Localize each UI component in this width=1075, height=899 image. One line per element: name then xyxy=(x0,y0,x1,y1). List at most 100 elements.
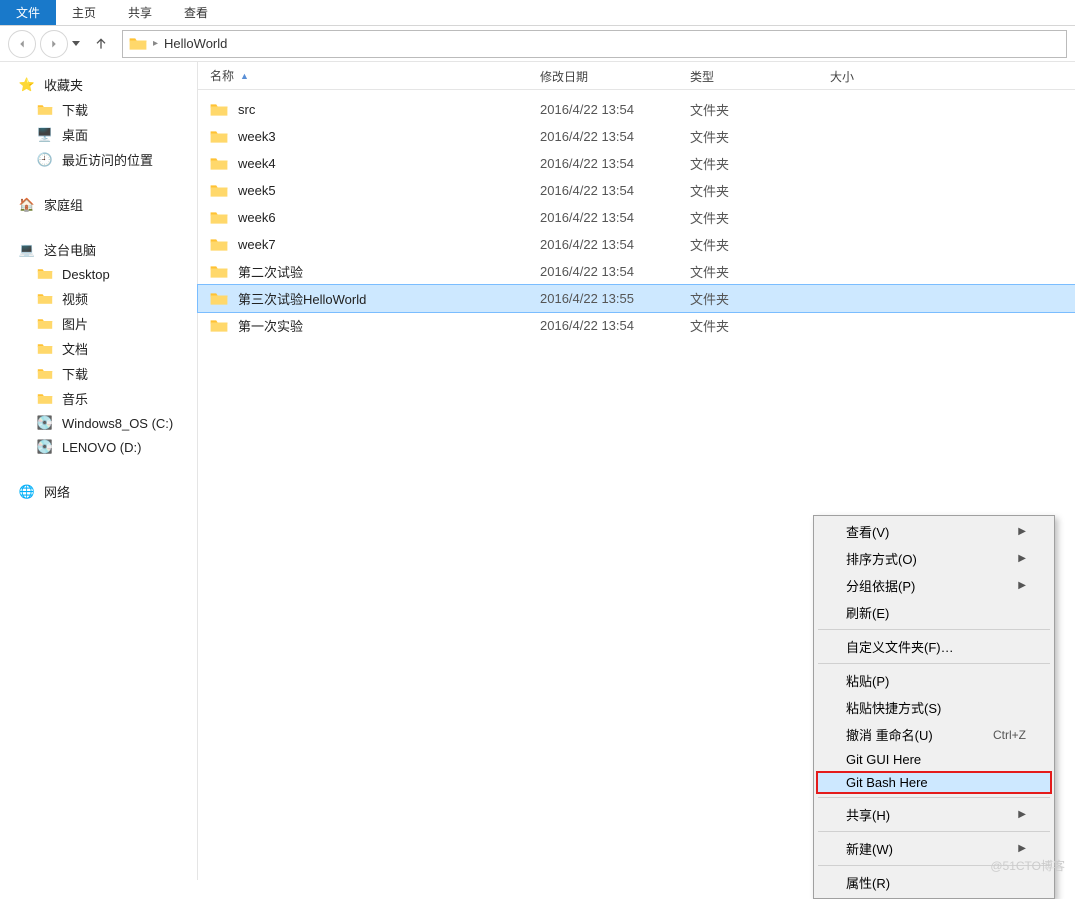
sidebar-homegroup[interactable]: 🏠 家庭组 xyxy=(0,192,197,217)
folder-icon xyxy=(129,37,147,51)
navigation-sidebar: ⭐ 收藏夹 下载 🖥️ 桌面 🕘 最近访问的位置 🏠 家庭组 xyxy=(0,62,198,880)
menu-item-label: 共享(H) xyxy=(846,805,890,824)
sidebar-item-music[interactable]: 音乐 xyxy=(0,386,197,411)
sidebar-label: 网络 xyxy=(44,482,70,501)
chevron-right-icon: ▶ xyxy=(1018,809,1026,820)
tab-view[interactable]: 查看 xyxy=(168,0,224,25)
table-row[interactable]: 第二次试验2016/4/22 13:54文件夹 xyxy=(198,258,1075,285)
network-icon: 🌐 xyxy=(18,483,36,501)
file-type: 文件夹 xyxy=(678,316,818,335)
sidebar-item-label: 文档 xyxy=(62,339,88,358)
menu-item[interactable]: 共享(H) ▶ xyxy=(816,801,1052,828)
address-bar: ▸ HelloWorld xyxy=(0,26,1075,62)
tab-file[interactable]: 文件 xyxy=(0,0,56,25)
table-row[interactable]: 第三次试验HelloWorld2016/4/22 13:55文件夹 xyxy=(198,285,1075,312)
column-label: 名称 xyxy=(210,67,234,84)
menu-item-label: 自定义文件夹(F)… xyxy=(846,637,954,656)
menu-item-label: 新建(W) xyxy=(846,839,893,858)
file-name: week3 xyxy=(238,129,276,144)
sidebar-network[interactable]: 🌐 网络 xyxy=(0,479,197,504)
forward-button[interactable] xyxy=(40,30,68,58)
tab-share[interactable]: 共享 xyxy=(112,0,168,25)
folder-icon xyxy=(36,340,54,358)
ribbon-tabs: 文件 主页 共享 查看 xyxy=(0,0,1075,26)
drive-icon: 💽 xyxy=(36,414,54,432)
table-row[interactable]: week52016/4/22 13:54文件夹 xyxy=(198,177,1075,204)
desktop-icon: 🖥️ xyxy=(36,126,54,144)
column-date[interactable]: 修改日期 xyxy=(528,62,678,89)
context-menu: 查看(V)▶排序方式(O)▶分组依据(P)▶刷新(E)自定义文件夹(F)…粘贴(… xyxy=(813,515,1055,899)
menu-item-label: 排序方式(O) xyxy=(846,549,917,568)
column-headers: 名称 ▲ 修改日期 类型 大小 xyxy=(198,62,1075,90)
folder-icon xyxy=(210,211,228,225)
menu-item[interactable]: 粘贴快捷方式(S) xyxy=(816,694,1052,721)
file-name: 第一次实验 xyxy=(238,316,303,335)
file-list: src2016/4/22 13:54文件夹week32016/4/22 13:5… xyxy=(198,90,1075,345)
up-button[interactable] xyxy=(90,33,112,55)
folder-icon xyxy=(210,103,228,117)
back-button[interactable] xyxy=(8,30,36,58)
folder-icon xyxy=(36,290,54,308)
table-row[interactable]: 第一次实验2016/4/22 13:54文件夹 xyxy=(198,312,1075,339)
chevron-right-icon: ▶ xyxy=(1018,843,1026,854)
tab-home[interactable]: 主页 xyxy=(56,0,112,25)
recent-icon: 🕘 xyxy=(36,151,54,169)
column-type[interactable]: 类型 xyxy=(678,62,818,89)
sidebar-item-videos[interactable]: 视频 xyxy=(0,286,197,311)
file-type: 文件夹 xyxy=(678,154,818,173)
column-size[interactable]: 大小 xyxy=(818,62,918,89)
chevron-right-icon: ▶ xyxy=(1018,580,1026,591)
sidebar-item-downloads[interactable]: 下载 xyxy=(0,97,197,122)
file-date: 2016/4/22 13:54 xyxy=(528,264,678,279)
sidebar-item-label: 下载 xyxy=(62,100,88,119)
menu-item-label: 刷新(E) xyxy=(846,603,889,622)
table-row[interactable]: week42016/4/22 13:54文件夹 xyxy=(198,150,1075,177)
sidebar-thispc[interactable]: 💻 这台电脑 xyxy=(0,237,197,262)
sidebar-item-downloads2[interactable]: 下载 xyxy=(0,361,197,386)
history-dropdown-icon[interactable] xyxy=(72,41,80,46)
file-date: 2016/4/22 13:54 xyxy=(528,102,678,117)
menu-item[interactable]: 自定义文件夹(F)… xyxy=(816,633,1052,660)
arrow-right-icon xyxy=(47,37,61,51)
sidebar-item-drive-d[interactable]: 💽LENOVO (D:) xyxy=(0,435,197,459)
file-date: 2016/4/22 13:54 xyxy=(528,129,678,144)
table-row[interactable]: week32016/4/22 13:54文件夹 xyxy=(198,123,1075,150)
sidebar-item-desktop[interactable]: 🖥️ 桌面 xyxy=(0,122,197,147)
computer-icon: 💻 xyxy=(18,241,36,259)
menu-item[interactable]: 查看(V)▶ xyxy=(816,518,1052,545)
menu-item[interactable]: Git Bash Here xyxy=(816,771,1052,794)
menu-item[interactable]: 粘贴(P) xyxy=(816,667,1052,694)
menu-item[interactable]: 排序方式(O) ▶ xyxy=(816,545,1052,572)
file-date: 2016/4/22 13:54 xyxy=(528,183,678,198)
file-type: 文件夹 xyxy=(678,100,818,119)
column-name[interactable]: 名称 ▲ xyxy=(198,62,528,89)
sidebar-item-pictures[interactable]: 图片 xyxy=(0,311,197,336)
sidebar-item-recent[interactable]: 🕘 最近访问的位置 xyxy=(0,147,197,172)
sort-asc-icon: ▲ xyxy=(240,71,249,81)
sidebar-item-label: 下载 xyxy=(62,364,88,383)
table-row[interactable]: week62016/4/22 13:54文件夹 xyxy=(198,204,1075,231)
menu-item[interactable]: 刷新(E) xyxy=(816,599,1052,626)
table-row[interactable]: src 2016/4/22 13:54文件夹 xyxy=(198,96,1075,123)
sidebar-favorites[interactable]: ⭐ 收藏夹 xyxy=(0,72,197,97)
breadcrumb-folder[interactable]: HelloWorld xyxy=(164,36,227,51)
sidebar-item-label: 音乐 xyxy=(62,389,88,408)
menu-item[interactable]: 分组依据(P)▶ xyxy=(816,572,1052,599)
menu-item[interactable]: Git GUI Here xyxy=(816,748,1052,771)
file-type: 文件夹 xyxy=(678,208,818,227)
breadcrumb-box[interactable]: ▸ HelloWorld xyxy=(122,30,1067,58)
sidebar-item-drive-c[interactable]: 💽Windows8_OS (C:) xyxy=(0,411,197,435)
folder-icon xyxy=(36,101,54,119)
menu-item[interactable]: 撤消 重命名(U)Ctrl+Z xyxy=(816,721,1052,748)
file-name: 第三次试验HelloWorld xyxy=(238,289,366,308)
chevron-right-icon: ▶ xyxy=(1018,553,1026,564)
table-row[interactable]: week72016/4/22 13:54文件夹 xyxy=(198,231,1075,258)
menu-item-label: 查看(V) xyxy=(846,522,889,541)
sidebar-item-desktop2[interactable]: Desktop xyxy=(0,262,197,286)
folder-icon xyxy=(36,365,54,383)
sidebar-label: 家庭组 xyxy=(44,195,83,214)
file-name: src xyxy=(238,102,255,117)
sidebar-item-documents[interactable]: 文档 xyxy=(0,336,197,361)
file-date: 2016/4/22 13:54 xyxy=(528,156,678,171)
homegroup-icon: 🏠 xyxy=(18,196,36,214)
